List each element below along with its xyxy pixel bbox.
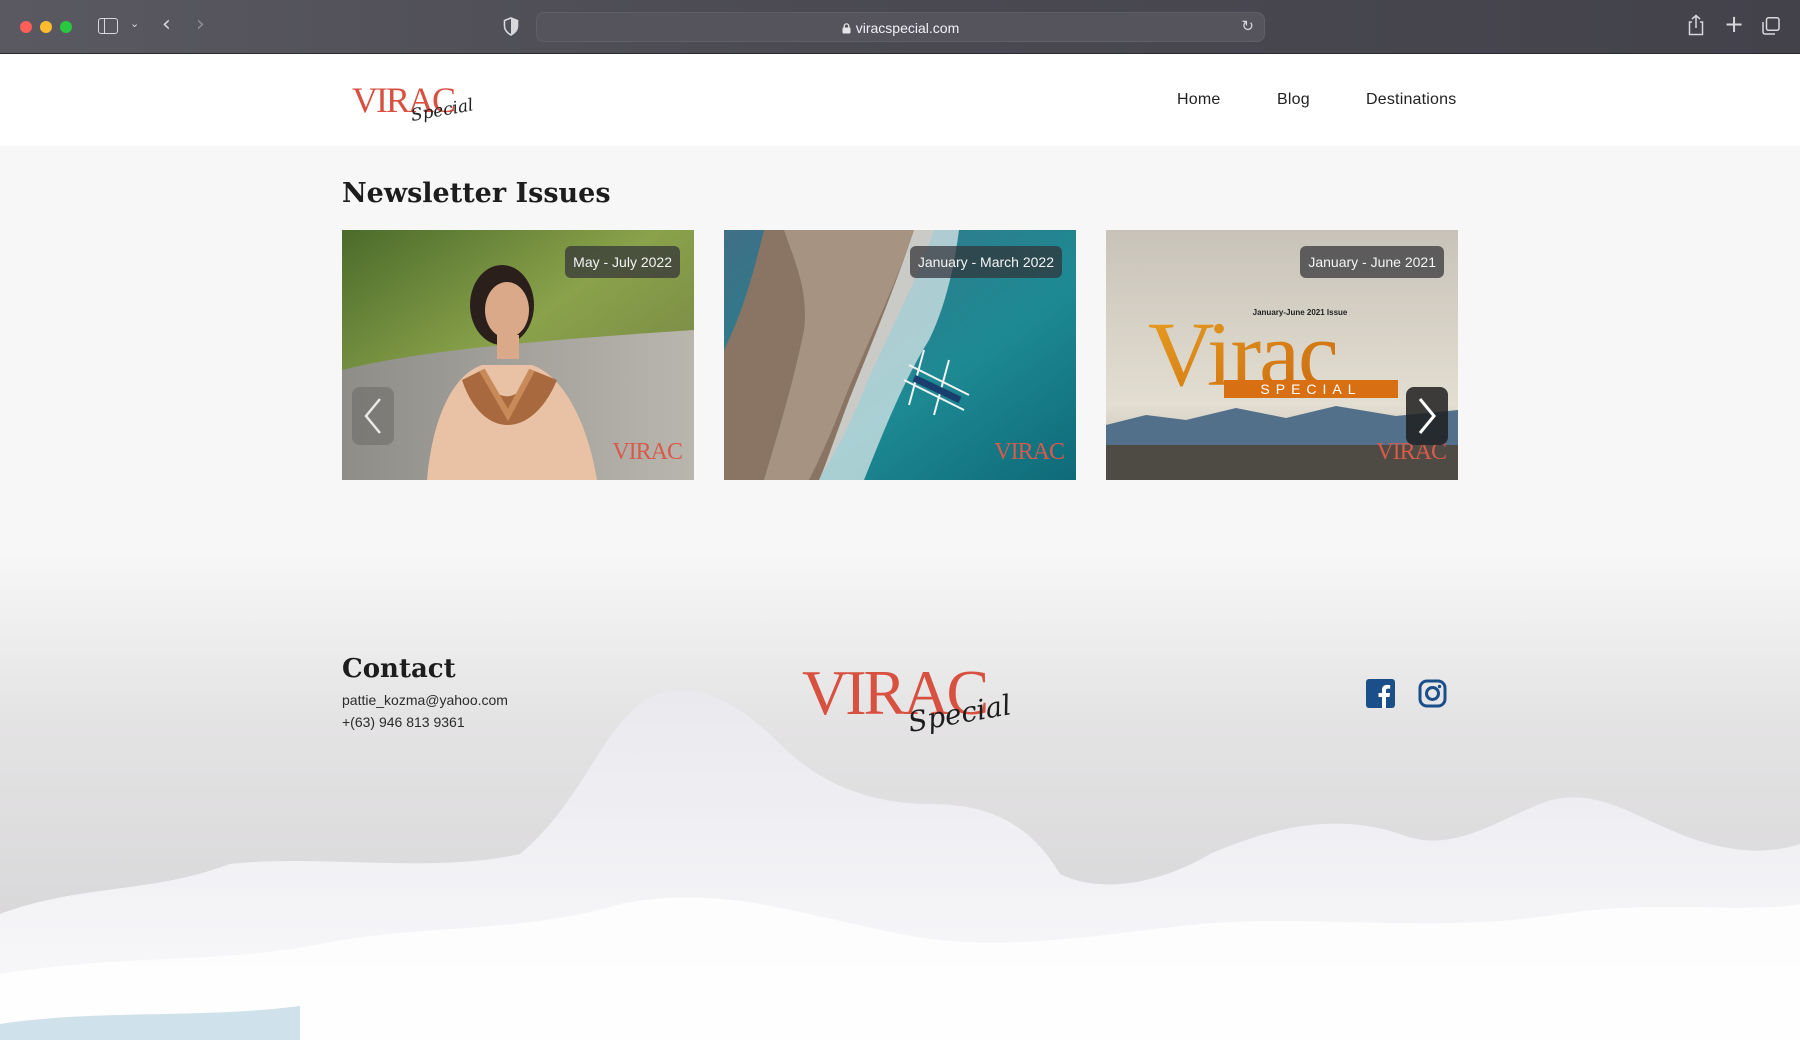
shield-icon[interactable] xyxy=(503,17,519,36)
chevron-right-icon xyxy=(1418,398,1436,434)
address-bar[interactable]: viracspecial.com ↻ xyxy=(536,12,1265,42)
carousel-next-button[interactable] xyxy=(1406,387,1448,445)
nav-link-home[interactable]: Home xyxy=(1177,91,1220,109)
tab-overview-icon[interactable] xyxy=(1762,17,1780,35)
footer-logo[interactable]: VIRAC Special xyxy=(800,654,1015,754)
share-icon[interactable] xyxy=(1687,14,1705,36)
reload-icon[interactable]: ↻ xyxy=(1241,17,1254,35)
instagram-icon[interactable] xyxy=(1418,679,1447,708)
new-tab-icon[interactable]: + xyxy=(1724,10,1744,38)
nav-link-destinations[interactable]: Destinations xyxy=(1366,91,1456,109)
chevron-down-icon[interactable]: ⌄ xyxy=(130,17,139,30)
sidebar-toggle-icon[interactable] xyxy=(98,18,118,34)
forward-arrow-icon[interactable]: › xyxy=(196,12,205,37)
issue-date-badge: May - July 2022 xyxy=(565,246,680,278)
contact-email[interactable]: pattie_kozma@yahoo.com xyxy=(342,692,508,708)
newsletter-card[interactable]: May - July 2022 VIRAC xyxy=(342,230,694,480)
web-page: VIRAC Special Home Blog Destinations New… xyxy=(0,54,1800,1040)
close-window-button[interactable] xyxy=(20,21,32,33)
issue-date-badge: January - June 2021 xyxy=(1300,246,1444,278)
zoom-window-button[interactable] xyxy=(60,21,72,33)
contact-phone[interactable]: +(63) 946 813 9361 xyxy=(342,714,465,730)
nav-link-blog[interactable]: Blog xyxy=(1277,91,1310,109)
issue-date-badge: January - March 2022 xyxy=(909,246,1062,278)
chevron-left-icon xyxy=(364,398,381,434)
contact-title: Contact xyxy=(342,654,456,684)
cover-watermark: VIRAC xyxy=(994,439,1065,465)
newsletter-card[interactable]: January - March 2022 VIRAC xyxy=(724,230,1076,480)
site-header: VIRAC Special Home Blog Destinations xyxy=(0,54,1800,146)
minimize-window-button[interactable] xyxy=(40,21,52,33)
facebook-icon[interactable] xyxy=(1366,679,1395,708)
svg-text:SPECIAL: SPECIAL xyxy=(1260,381,1361,397)
section-title: Newsletter Issues xyxy=(342,178,611,209)
back-arrow-icon[interactable]: ‹ xyxy=(162,12,171,37)
url-text: viracspecial.com xyxy=(855,20,960,36)
cover-watermark: VIRAC xyxy=(612,439,683,465)
site-logo[interactable]: VIRAC Special xyxy=(350,76,480,132)
carousel-prev-button[interactable] xyxy=(352,387,394,445)
footer-surf-background xyxy=(0,554,1800,1040)
newsletter-card[interactable]: January-June 2021 Issue Virac SPECIAL Ja… xyxy=(1106,230,1458,480)
browser-toolbar: ⌄ ‹ › viracspecial.com ↻ + xyxy=(0,0,1800,54)
lock-icon xyxy=(842,23,851,34)
